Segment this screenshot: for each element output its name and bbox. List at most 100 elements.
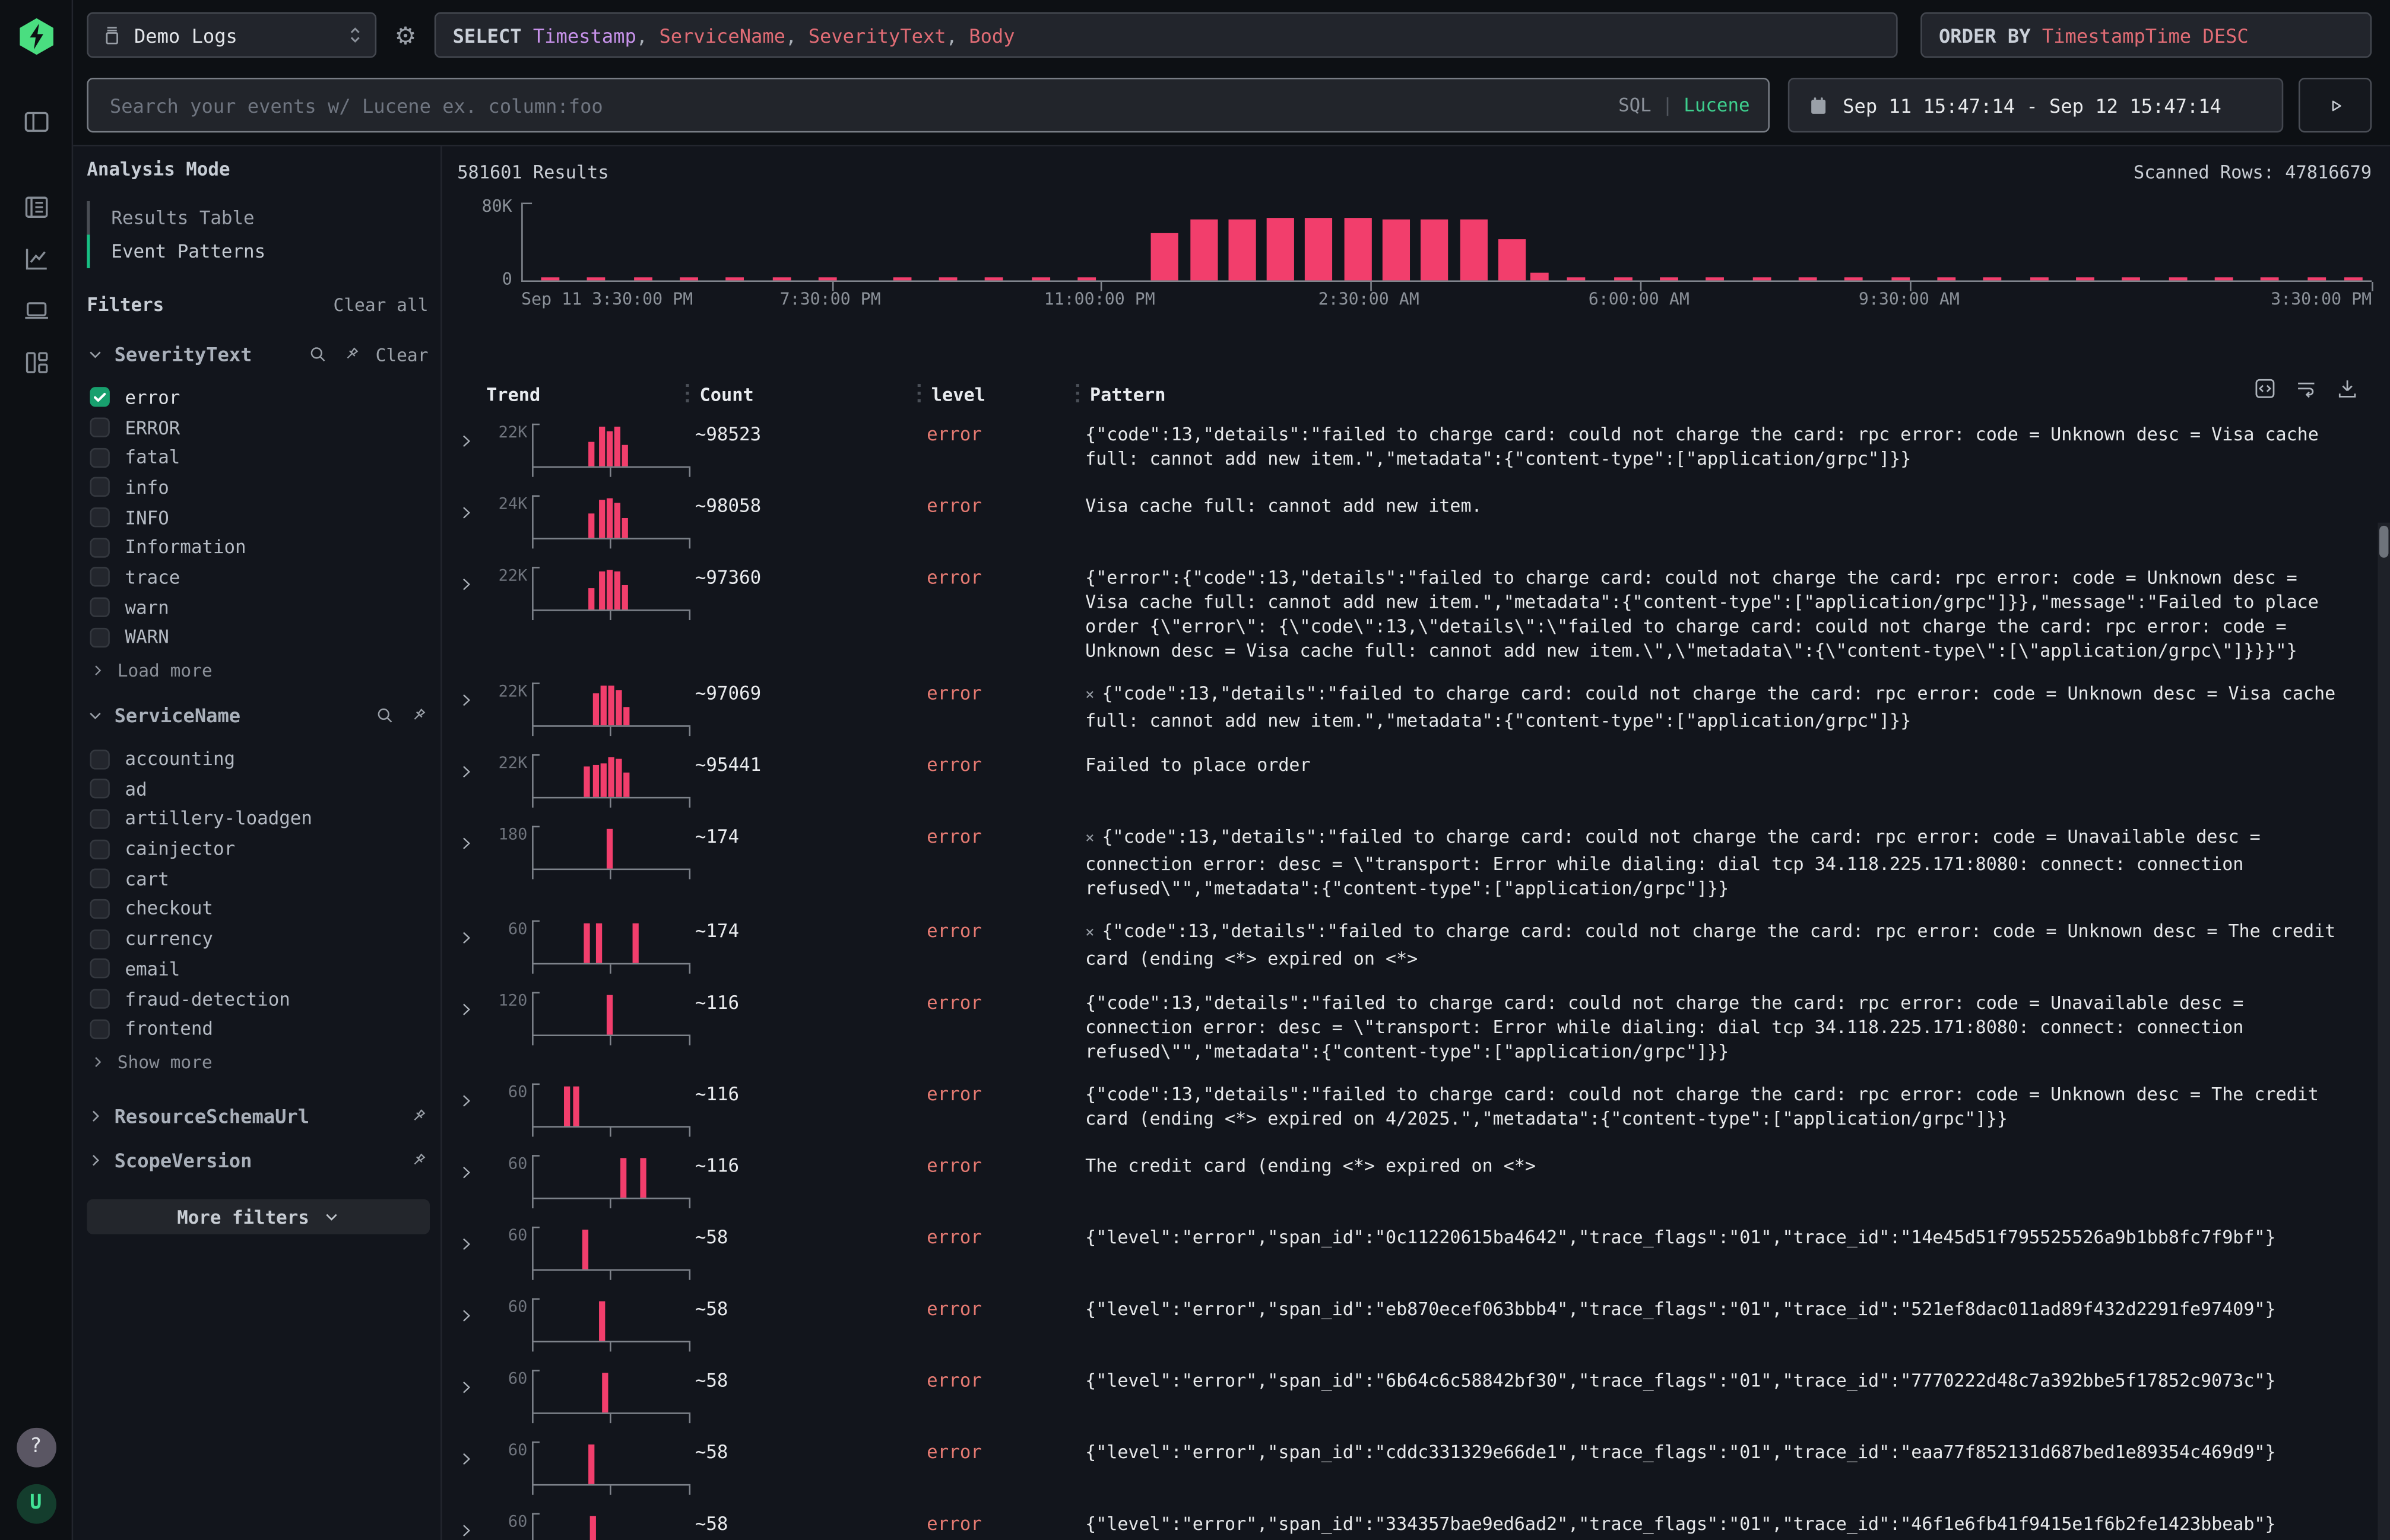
row-expand-chevron-icon[interactable]: [457, 564, 481, 663]
show-more-button[interactable]: Show more: [87, 1047, 428, 1076]
search-input[interactable]: [107, 92, 1618, 118]
search-icon[interactable]: [375, 706, 395, 725]
pattern-row[interactable]: 22K~97360error{"error":{"code":13,"detai…: [457, 556, 2372, 672]
filter-option-artillery-loadgen[interactable]: artillery-loadgen: [87, 804, 428, 834]
dashboards-icon[interactable]: [10, 340, 62, 386]
pin-icon[interactable]: [342, 344, 362, 364]
topbar: Demo Logs ⚙ SELECT Timestamp, ServiceNam…: [73, 0, 2390, 146]
user-avatar[interactable]: U: [16, 1484, 56, 1523]
order-by-input[interactable]: ORDER BY TimestampTime DESC: [1920, 12, 2372, 58]
row-expand-chevron-icon[interactable]: [457, 1152, 481, 1206]
row-expand-chevron-icon[interactable]: [457, 679, 481, 734]
download-icon[interactable]: [2335, 376, 2360, 401]
histogram-bar: [1344, 217, 1371, 280]
pin-icon[interactable]: [408, 706, 428, 725]
filter-group-servicename[interactable]: ServiceName: [87, 704, 428, 728]
row-expand-chevron-icon[interactable]: [457, 1510, 481, 1539]
filter-option-accounting[interactable]: accounting: [87, 744, 428, 774]
filter-option-cart[interactable]: cart: [87, 864, 428, 894]
row-expand-chevron-icon[interactable]: [457, 989, 481, 1063]
search-logs-icon[interactable]: [10, 185, 62, 230]
filter-option-frontend[interactable]: frontend: [87, 1014, 428, 1044]
filter-option-email[interactable]: email: [87, 954, 428, 984]
scrollbar-thumb[interactable]: [2379, 526, 2388, 558]
time-range-picker[interactable]: Sep 11 15:47:14 - Sep 12 15:47:14: [1788, 78, 2283, 132]
filter-option-fatal[interactable]: fatal: [87, 443, 428, 473]
filter-option-trace[interactable]: trace: [87, 563, 428, 593]
pattern-row[interactable]: 60~58error{"level":"error","span_id":"33…: [457, 1503, 2372, 1540]
mode-results-table[interactable]: Results Table: [87, 201, 428, 234]
mode-lucene[interactable]: Lucene: [1684, 94, 1749, 116]
pattern-row[interactable]: 60~116error{"code":13,"details":"failed …: [457, 1073, 2372, 1145]
pattern-dismiss-icon[interactable]: ×: [1085, 687, 1094, 704]
vertical-scrollbar[interactable]: [2378, 523, 2390, 1540]
filter-option-label: WARN: [125, 627, 169, 648]
mode-sql[interactable]: SQL: [1618, 94, 1652, 116]
load-more-button[interactable]: Load more: [87, 656, 428, 685]
filter-option-Information[interactable]: Information: [87, 532, 428, 563]
pattern-row[interactable]: 180~174error×{"code":13,"details":"faile…: [457, 815, 2372, 910]
pattern-row[interactable]: 60~58error{"level":"error","span_id":"eb…: [457, 1288, 2372, 1360]
row-expand-chevron-icon[interactable]: [457, 492, 481, 547]
column-resize-handle[interactable]: [918, 384, 921, 405]
pattern-dismiss-icon[interactable]: ×: [1085, 830, 1094, 847]
clear-all-button[interactable]: Clear all: [334, 294, 429, 316]
row-expand-chevron-icon[interactable]: [457, 1295, 481, 1350]
filter-option-fraud-detection[interactable]: fraud-detection: [87, 984, 428, 1014]
filter-option-label: accounting: [125, 748, 236, 770]
mode-event-patterns[interactable]: Event Patterns: [87, 234, 428, 268]
pattern-row[interactable]: 60~58error{"level":"error","span_id":"0c…: [457, 1216, 2372, 1288]
row-expand-chevron-icon[interactable]: [457, 917, 481, 972]
filter-group-resourceschemaurl[interactable]: ResourceSchemaUrl: [87, 1105, 428, 1128]
filter-option-INFO[interactable]: INFO: [87, 503, 428, 533]
pattern-row[interactable]: 22K~97069error×{"code":13,"details":"fai…: [457, 672, 2372, 744]
filter-option-currency[interactable]: currency: [87, 924, 428, 954]
source-select[interactable]: Demo Logs: [87, 12, 376, 58]
source-settings-gear-icon[interactable]: ⚙: [389, 21, 422, 50]
row-expand-chevron-icon[interactable]: [457, 1080, 481, 1135]
pattern-row[interactable]: 22K~98523error{"code":13,"details":"fail…: [457, 413, 2372, 485]
filter-option-cainjector[interactable]: cainjector: [87, 834, 428, 864]
pattern-dismiss-icon[interactable]: ×: [1085, 925, 1094, 942]
row-expand-chevron-icon[interactable]: [457, 823, 481, 901]
pattern-row[interactable]: 22K~95441errorFailed to place order: [457, 744, 2372, 815]
pin-icon[interactable]: [408, 1106, 428, 1126]
filter-option-error[interactable]: error: [87, 382, 428, 412]
row-expand-chevron-icon[interactable]: [457, 1367, 481, 1421]
pin-icon[interactable]: [408, 1151, 428, 1170]
filter-option-ad[interactable]: ad: [87, 774, 428, 804]
results-histogram[interactable]: 80K 0 Sep 11 3:30:00 PM7:30:00 PM11:00:0…: [457, 190, 2372, 312]
wrap-text-icon[interactable]: [2294, 376, 2318, 401]
sparkline-bar: [607, 498, 613, 538]
pattern-row[interactable]: 120~116error{"code":13,"details":"failed…: [457, 982, 2372, 1073]
filter-option-WARN[interactable]: WARN: [87, 623, 428, 653]
filter-option-checkout[interactable]: checkout: [87, 894, 428, 924]
row-expand-chevron-icon[interactable]: [457, 421, 481, 475]
filter-group-severitytext[interactable]: SeverityText Clear: [87, 343, 428, 366]
sessions-icon[interactable]: [10, 288, 62, 334]
filter-option-info[interactable]: info: [87, 472, 428, 503]
pattern-row[interactable]: 60~116errorThe credit card (ending <*> e…: [457, 1144, 2372, 1216]
row-expand-chevron-icon[interactable]: [457, 1439, 481, 1493]
more-filters-button[interactable]: More filters: [87, 1199, 430, 1234]
select-columns-input[interactable]: SELECT Timestamp, ServiceName, SeverityT…: [435, 12, 1898, 58]
help-button[interactable]: ?: [16, 1427, 56, 1467]
run-query-button[interactable]: [2299, 78, 2372, 132]
code-braces-icon[interactable]: [2253, 376, 2277, 401]
filter-option-ERROR[interactable]: ERROR: [87, 412, 428, 443]
pattern-row[interactable]: 60~174error×{"code":13,"details":"failed…: [457, 910, 2372, 982]
pattern-row[interactable]: 24K~98058errorVisa cache full: cannot ad…: [457, 484, 2372, 556]
row-expand-chevron-icon[interactable]: [457, 751, 481, 806]
filter-option-warn[interactable]: warn: [87, 592, 428, 623]
row-expand-chevron-icon[interactable]: [457, 1224, 481, 1278]
pattern-row[interactable]: 60~58error{"level":"error","span_id":"6b…: [457, 1359, 2372, 1431]
chart-explorer-icon[interactable]: [10, 236, 62, 282]
clear-group-button[interactable]: Clear: [376, 344, 429, 365]
pattern-row[interactable]: 60~58error{"level":"error","span_id":"cd…: [457, 1431, 2372, 1503]
column-resize-handle[interactable]: [686, 384, 689, 405]
panel-toggle-icon[interactable]: [10, 99, 62, 145]
column-resize-handle[interactable]: [1076, 384, 1079, 405]
filter-group-scopeversion[interactable]: ScopeVersion: [87, 1149, 428, 1172]
search-icon[interactable]: [309, 344, 328, 364]
histogram-plot[interactable]: [521, 202, 2372, 282]
